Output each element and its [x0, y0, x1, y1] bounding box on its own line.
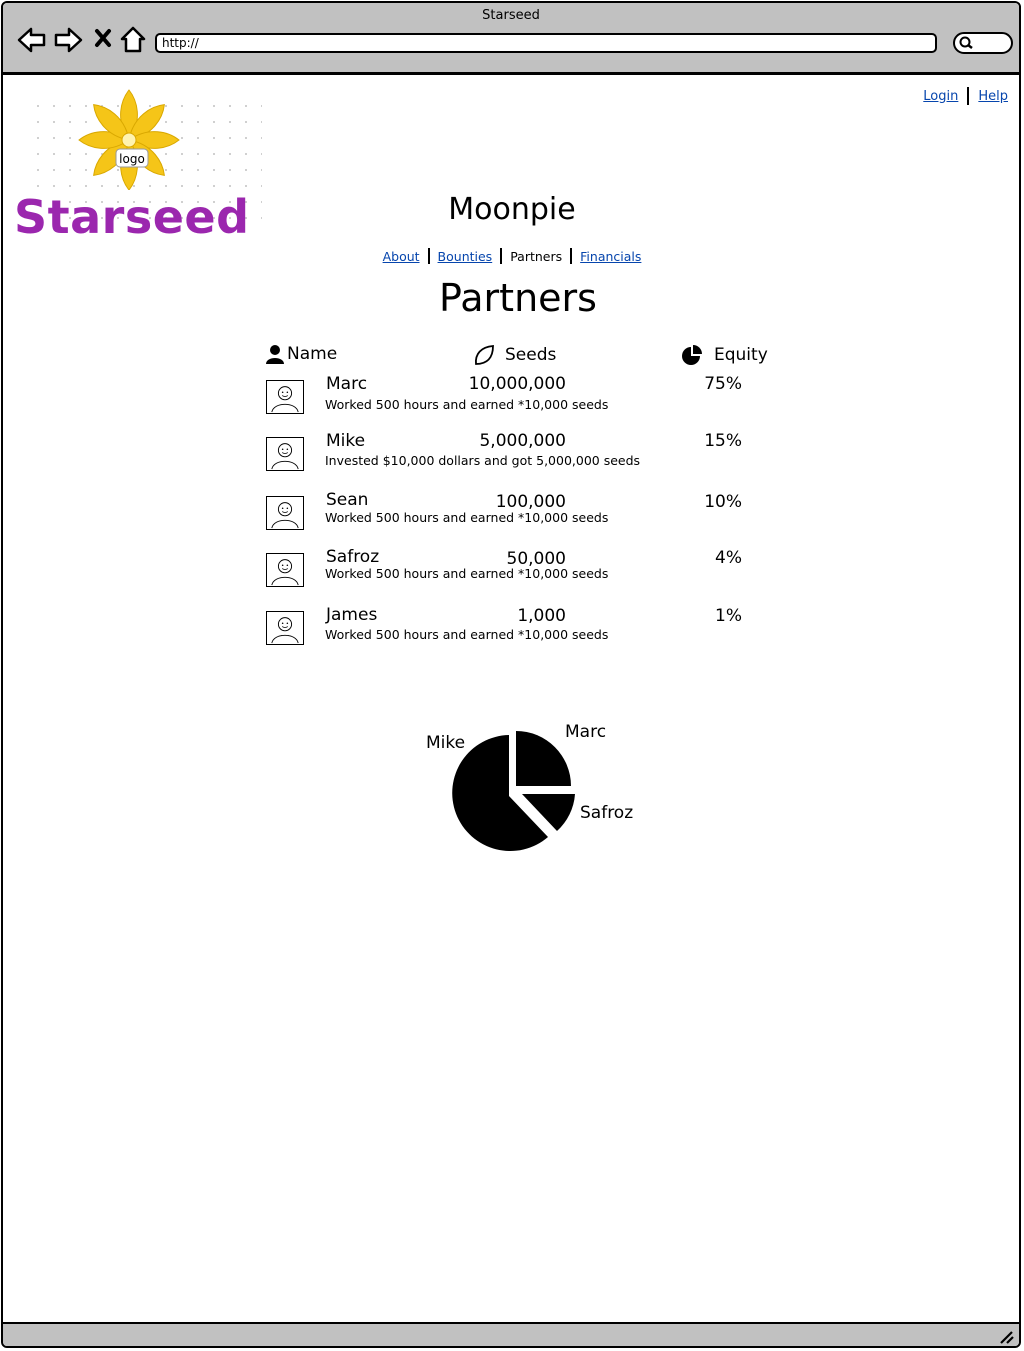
back-arrow-icon[interactable]	[17, 25, 47, 55]
partner-seeds: 50,000	[506, 549, 566, 569]
tab-divider	[427, 248, 430, 264]
leaf-icon	[475, 345, 494, 365]
partner-description: Worked 500 hours and earned *10,000 seed…	[325, 397, 609, 412]
user-icon	[266, 345, 284, 364]
avatar-placeholder-icon	[266, 380, 304, 414]
partner-row[interactable]: Mike Invested $10,000 dollars and got 5,…	[266, 431, 766, 483]
partner-equity: 75%	[704, 374, 742, 394]
project-tabs: About Bounties Partners Financials	[0, 248, 1024, 264]
forward-arrow-icon[interactable]	[53, 25, 83, 55]
header-links: Login Help	[923, 87, 1008, 105]
tab-financials[interactable]: Financials	[580, 249, 641, 264]
window-title: Starseed	[482, 8, 540, 23]
flower-logo-icon: logo	[78, 89, 180, 190]
pie-label-safroz: Safroz	[580, 803, 634, 823]
browser-search-field[interactable]	[953, 32, 1013, 54]
tab-divider	[570, 248, 573, 264]
avatar-placeholder-icon	[266, 496, 304, 530]
pie-slice-marc	[516, 731, 571, 786]
browser-toolbar: Starseed http://	[3, 3, 1019, 75]
avatar-placeholder-icon	[266, 553, 304, 587]
login-link[interactable]: Login	[923, 89, 958, 104]
tab-divider	[500, 248, 503, 264]
url-input[interactable]: http://	[155, 33, 937, 53]
partner-equity: 15%	[704, 431, 742, 451]
column-header-seeds: Seeds	[473, 344, 556, 366]
partner-row[interactable]: Safroz Worked 500 hours and earned *10,0…	[266, 547, 766, 599]
partner-equity: 4%	[715, 548, 742, 568]
tab-about[interactable]: About	[383, 249, 420, 264]
avatar-placeholder-icon	[266, 611, 304, 645]
partner-seeds: 10,000,000	[468, 374, 566, 394]
partner-name: Safroz	[326, 547, 380, 567]
pie-chart-icon	[682, 345, 702, 365]
partner-name: Marc	[326, 374, 368, 394]
page-title: Partners	[439, 276, 597, 320]
status-bar	[3, 1322, 1019, 1346]
project-name: Moonpie	[448, 192, 576, 227]
avatar-placeholder-icon	[266, 437, 304, 471]
tab-partners[interactable]: Partners	[510, 249, 562, 264]
logo-placeholder-text: logo	[119, 152, 145, 166]
pie-label-marc: Marc	[565, 722, 607, 742]
partner-row[interactable]: James Worked 500 hours and earned *10,00…	[266, 605, 766, 657]
partner-equity: 1%	[715, 606, 742, 626]
magnifier-icon	[959, 36, 973, 49]
partner-name: Mike	[326, 431, 366, 451]
partner-row[interactable]: Sean Worked 500 hours and earned *10,000…	[266, 490, 766, 542]
partner-row[interactable]: Marc Worked 500 hours and earned *10,000…	[266, 374, 766, 426]
partner-description: Worked 500 hours and earned *10,000 seed…	[325, 627, 609, 642]
resize-grip-icon[interactable]	[999, 1330, 1015, 1344]
partner-seeds: 1,000	[517, 606, 566, 626]
help-link[interactable]: Help	[978, 89, 1008, 104]
partner-description: Worked 500 hours and earned *10,000 seed…	[325, 510, 609, 525]
partner-seeds: 100,000	[495, 492, 566, 512]
home-icon[interactable]	[119, 25, 149, 55]
partner-name: Sean	[326, 490, 369, 510]
link-divider	[967, 87, 970, 105]
stop-x-icon[interactable]	[91, 25, 121, 55]
partner-description: Invested $10,000 dollars and got 5,000,0…	[325, 453, 641, 468]
partner-equity: 10%	[704, 492, 742, 512]
column-header-name: Name	[265, 344, 337, 364]
partner-name: James	[326, 605, 378, 625]
tab-bounties[interactable]: Bounties	[438, 249, 493, 264]
partner-seeds: 5,000,000	[479, 431, 566, 451]
column-header-equity: Equity	[680, 344, 768, 366]
pie-label-mike: Mike	[426, 733, 466, 753]
